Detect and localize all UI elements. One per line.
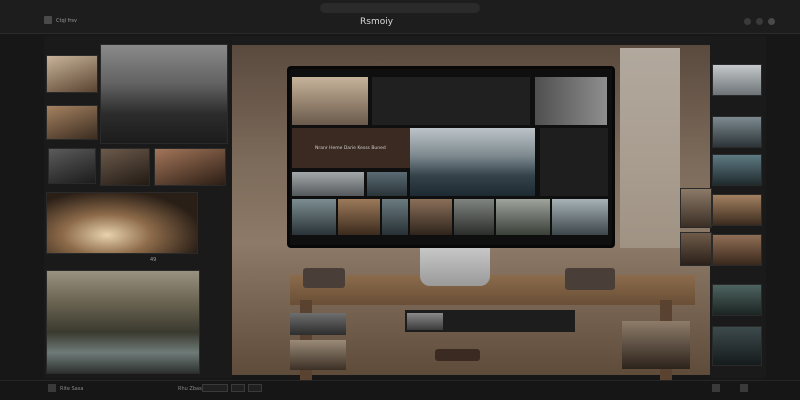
screen-thumbnail <box>382 199 408 235</box>
speaker-right <box>565 268 615 290</box>
app-logo-icon <box>44 16 52 24</box>
window-light <box>620 48 680 248</box>
screen-sidebar <box>540 128 608 196</box>
address-bar[interactable] <box>320 3 480 13</box>
screen-thumbnail <box>535 77 607 125</box>
thumbnail[interactable] <box>290 340 346 370</box>
thumbnail[interactable] <box>712 116 762 148</box>
thumbnail[interactable] <box>680 188 712 228</box>
screen-main-image <box>410 128 535 196</box>
thumbnail[interactable] <box>48 148 96 184</box>
screen-thumbnail <box>552 199 608 235</box>
screen-overlay-text: Nranr Heme Darie Kesss Buned <box>315 146 386 151</box>
thumbnail[interactable] <box>712 154 762 186</box>
thumbnail[interactable] <box>46 105 98 140</box>
thumbnail[interactable] <box>622 321 690 369</box>
screen-thumbnail <box>496 199 550 235</box>
close-icon[interactable] <box>768 18 775 25</box>
screen-controls <box>372 77 530 125</box>
maximize-icon[interactable] <box>756 18 763 25</box>
thumbnail[interactable] <box>680 232 712 266</box>
thumbnail[interactable] <box>290 313 346 335</box>
bottom-bar <box>0 380 800 400</box>
screen-thumbnail <box>292 77 368 125</box>
thumbnail[interactable] <box>407 313 443 330</box>
thumbnail[interactable] <box>712 234 762 266</box>
speaker-left <box>303 268 345 288</box>
desk-object <box>435 349 480 361</box>
view-button[interactable] <box>202 384 228 392</box>
sort-button[interactable] <box>248 384 262 392</box>
app-window: Ctql frsv Rsmoiy 49 Nranr Heme Darie Kes… <box>0 0 800 400</box>
count-badge: 49 <box>150 257 157 263</box>
screen-thumbnail <box>292 199 336 235</box>
thumbnail[interactable] <box>712 64 762 96</box>
preview-image[interactable] <box>100 44 228 144</box>
monitor-stand <box>420 246 490 286</box>
thumbnail[interactable] <box>712 194 762 226</box>
screen-thumbnail <box>410 199 452 235</box>
thumbnail[interactable] <box>712 326 762 366</box>
thumbnail[interactable] <box>46 55 98 93</box>
grid-icon[interactable] <box>712 384 720 392</box>
bottom-left-label: Rite Sasa <box>60 386 84 392</box>
library-label: Ctql frsv <box>56 18 77 24</box>
filter-button[interactable] <box>231 384 245 392</box>
screen-thumbnail <box>338 199 380 235</box>
thumbnail[interactable] <box>154 148 226 186</box>
screen-thumbnail <box>292 172 364 196</box>
preview-image[interactable] <box>46 270 200 374</box>
bottom-center-label: Rhu Zbas <box>178 386 202 392</box>
app-title: Rsmoiy <box>360 17 394 27</box>
minimize-icon[interactable] <box>744 18 751 25</box>
preview-image[interactable] <box>46 192 198 254</box>
settings-icon[interactable] <box>740 384 748 392</box>
photo-icon[interactable] <box>48 384 56 392</box>
desk <box>290 275 695 305</box>
thumbnail[interactable] <box>100 148 150 186</box>
screen-thumbnail <box>367 172 407 196</box>
thumbnail[interactable] <box>712 284 762 316</box>
screen-thumbnail <box>454 199 494 235</box>
